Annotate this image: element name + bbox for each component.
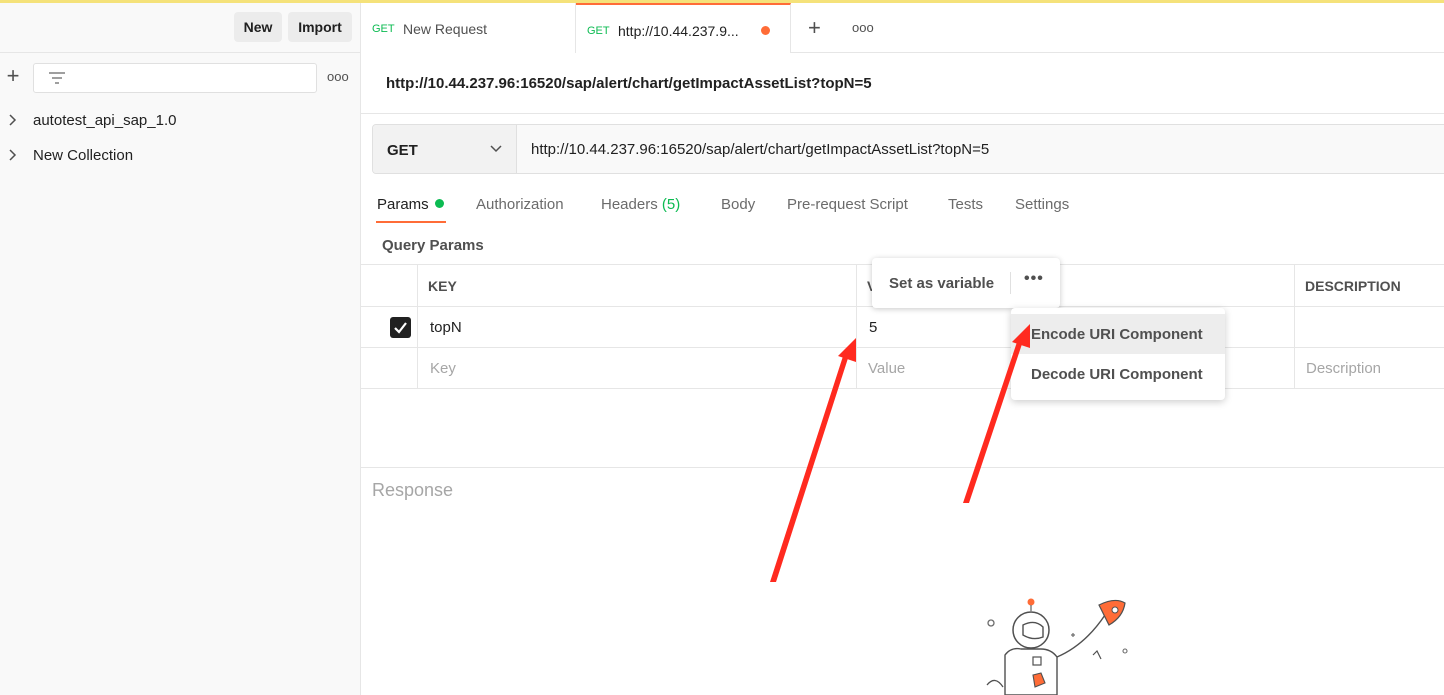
param-value-cell[interactable]: 5 — [869, 319, 877, 336]
tab-headers[interactable]: Headers (5) — [601, 196, 680, 213]
filter-input[interactable] — [33, 63, 317, 93]
method-label: GET — [387, 142, 418, 159]
menu-item-label: Decode URI Component — [1031, 366, 1203, 383]
url-bar: GET http://10.44.237.96:16520/sap/alert/… — [372, 124, 1444, 174]
divider — [361, 113, 1444, 114]
import-button[interactable]: Import — [288, 12, 352, 42]
active-tab-underline — [376, 221, 446, 223]
sidebar: New Import + ooo autotest_api_sap_1.0 Ne… — [0, 3, 361, 695]
tab-headers-label: Headers — [601, 196, 658, 213]
chevron-right-icon — [9, 114, 17, 126]
column-divider — [417, 264, 418, 389]
sidebar-toolbar: + ooo — [0, 61, 361, 95]
menu-item-label: Encode URI Component — [1031, 326, 1203, 343]
column-divider — [856, 264, 857, 389]
set-as-variable-button[interactable]: Set as variable — [889, 275, 994, 292]
plus-icon[interactable]: + — [4, 65, 22, 87]
tab-active-request[interactable]: GET http://10.44.237.9... — [576, 3, 791, 53]
headers-count: (5) — [661, 196, 681, 213]
description-input[interactable]: Description — [1306, 360, 1381, 377]
column-header-key: KEY — [428, 278, 457, 294]
sidebar-header: New Import — [0, 3, 361, 53]
tab-params-label: Params — [377, 196, 429, 213]
filter-icon — [49, 72, 65, 84]
url-input[interactable]: http://10.44.237.96:16520/sap/alert/char… — [531, 141, 989, 158]
query-params-label: Query Params — [382, 237, 484, 254]
new-button[interactable]: New — [234, 12, 282, 42]
param-key-cell[interactable]: topN — [430, 319, 462, 336]
column-header-description: DESCRIPTION — [1305, 278, 1401, 294]
unsaved-dot-icon — [761, 26, 770, 35]
tab-new-request[interactable]: GET New Request — [361, 3, 576, 53]
tab-label: New Request — [403, 21, 488, 37]
value-selection-popover: Set as variable ••• — [872, 258, 1060, 308]
astronaut-illustration-icon — [986, 598, 1128, 695]
divider — [1010, 272, 1011, 294]
request-subtabs: Params Authorization Headers (5) Body Pr… — [361, 186, 1444, 224]
request-title: http://10.44.237.96:16520/sap/alert/char… — [386, 75, 872, 92]
params-active-dot-icon — [434, 199, 444, 208]
more-options-icon[interactable]: ooo — [327, 69, 349, 84]
table-row: Key Value Description — [361, 348, 1444, 389]
tab-tests[interactable]: Tests — [948, 196, 983, 213]
collection-label: New Collection — [33, 147, 134, 164]
response-label: Response — [372, 480, 454, 500]
chevron-down-icon — [490, 145, 502, 153]
method-select[interactable]: GET — [373, 125, 517, 173]
tab-method: GET — [587, 25, 610, 37]
table-row: topN 5 — [361, 307, 1444, 348]
tab-body[interactable]: Body — [721, 196, 755, 213]
more-actions-icon[interactable]: ••• — [1024, 270, 1044, 288]
check-icon — [394, 322, 407, 334]
collection-item[interactable]: New Collection — [0, 141, 361, 171]
tab-prerequest-script[interactable]: Pre-request Script — [787, 196, 908, 213]
tab-authorization[interactable]: Authorization — [476, 196, 564, 213]
tab-settings[interactable]: Settings — [1015, 196, 1069, 213]
key-input[interactable]: Key — [430, 360, 456, 377]
response-divider — [361, 467, 1444, 468]
menu-item-encode-uri[interactable]: Encode URI Component — [1011, 314, 1225, 354]
tab-label: http://10.44.237.9... — [618, 23, 739, 39]
param-enabled-checkbox[interactable] — [390, 317, 411, 338]
chevron-right-icon — [9, 149, 17, 161]
encode-decode-menu: Encode URI Component Decode URI Componen… — [1011, 308, 1225, 400]
tab-method: GET — [372, 23, 395, 35]
add-tab-icon[interactable]: + — [808, 15, 821, 41]
menu-item-decode-uri[interactable]: Decode URI Component — [1011, 354, 1225, 394]
tab-params[interactable]: Params — [377, 196, 444, 213]
collection-item[interactable]: autotest_api_sap_1.0 — [0, 106, 361, 136]
collection-label: autotest_api_sap_1.0 — [33, 112, 177, 129]
value-input[interactable]: Value — [868, 360, 905, 377]
more-tabs-icon[interactable]: ooo — [852, 20, 874, 35]
request-tabs-bar: GET New Request GET http://10.44.237.9..… — [361, 3, 1444, 53]
column-divider — [1294, 264, 1295, 389]
